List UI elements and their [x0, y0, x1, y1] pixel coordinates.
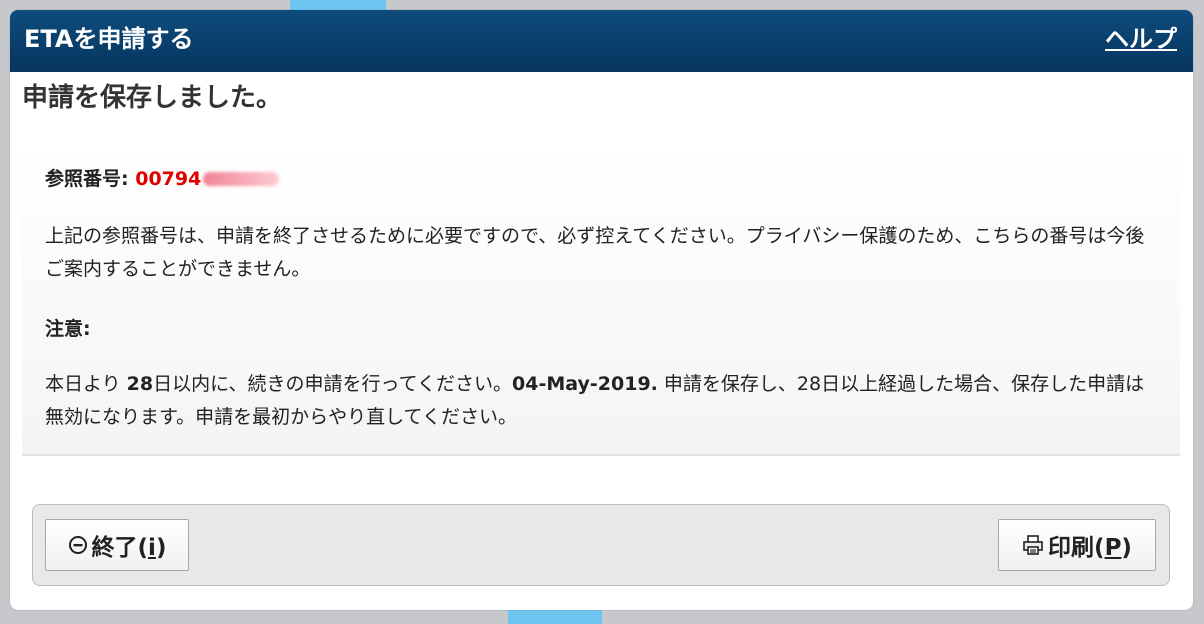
print-button-label: 印刷(P)	[1048, 535, 1132, 561]
help-link[interactable]: ヘルプ	[1105, 24, 1177, 54]
notice-text: 本日より 28日以内に、続きの申請を行ってください。04-May-2019. 申…	[45, 368, 1157, 434]
reference-line: 参照番号: 00794	[45, 166, 280, 192]
reference-number-redaction	[203, 172, 280, 186]
minus-circle-icon	[68, 535, 88, 555]
title-bar: ETAを申請する ヘルプ	[10, 10, 1193, 72]
info-panel: 参照番号: 00794 上記の参照番号は、申請を終了させるために必要ですので、必…	[22, 140, 1180, 456]
printer-icon	[1022, 534, 1044, 556]
exit-button[interactable]: 終了(i)	[45, 519, 189, 571]
notice-label: 注意:	[45, 318, 91, 340]
button-bar: 終了(i) 印刷(P)	[32, 504, 1170, 586]
reference-instructions: 上記の参照番号は、申請を終了させるために必要ですので、必ず控えてください。プライ…	[45, 225, 1145, 280]
eta-dialog: ETAを申請する ヘルプ 申請を保存しました。 参照番号: 00794 上記の参…	[10, 10, 1193, 610]
print-button[interactable]: 印刷(P)	[998, 519, 1156, 571]
window-title: ETAを申請する	[24, 25, 194, 53]
exit-button-label: 終了(i)	[91, 535, 167, 561]
reference-label: 参照番号:	[45, 168, 129, 190]
page-heading: 申請を保存しました。	[22, 83, 283, 113]
notice-days: 28	[126, 373, 154, 395]
notice-mid: 日以内に、続きの申請を行ってください。	[153, 373, 513, 395]
reference-number: 00794	[135, 168, 202, 190]
notice-prefix: 本日より	[45, 373, 127, 395]
notice-deadline: 04-May-2019.	[512, 373, 658, 395]
